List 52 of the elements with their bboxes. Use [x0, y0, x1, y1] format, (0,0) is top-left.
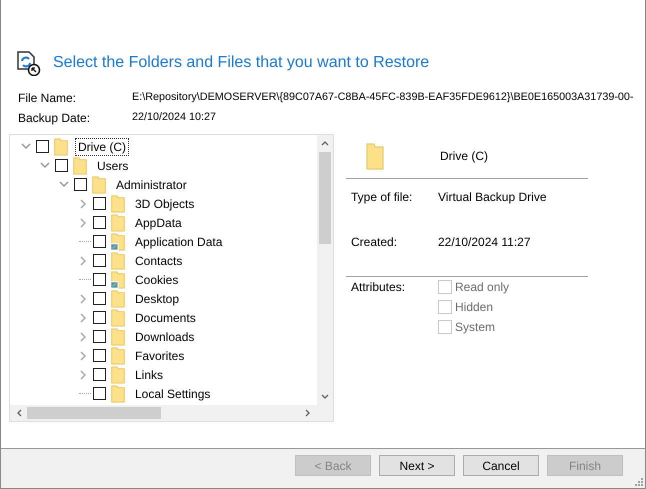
horizontal-scrollbar[interactable]	[10, 405, 317, 421]
checkbox-label: System	[455, 320, 496, 334]
tree-item[interactable]: Administrator	[113, 176, 190, 194]
tree-item[interactable]: Favorites	[132, 346, 188, 364]
checkbox[interactable]	[93, 292, 106, 305]
tree-item[interactable]: Drive (C)	[75, 138, 129, 156]
checkbox[interactable]	[93, 273, 106, 286]
detail-value: 22/10/2024 11:27	[438, 234, 532, 251]
checkbox[interactable]	[93, 349, 106, 362]
resize-grip-icon[interactable]	[633, 476, 643, 486]
tree-item[interactable]: Desktop	[132, 290, 182, 308]
checkbox[interactable]	[93, 311, 106, 324]
checkbox[interactable]	[55, 159, 68, 172]
checkbox[interactable]	[93, 216, 106, 229]
field-label: File Name:	[18, 91, 78, 105]
tree-item[interactable]: Cookies	[132, 270, 182, 288]
checkbox[interactable]	[93, 197, 106, 210]
chevron-down-icon[interactable]	[21, 143, 31, 150]
detail-label: Attributes:	[351, 280, 406, 296]
chevron-down-icon[interactable]	[40, 162, 50, 169]
chevron-down-icon[interactable]	[59, 181, 69, 188]
item-name: Drive (C)	[440, 149, 488, 163]
checkbox[interactable]	[36, 140, 49, 153]
field-value: 22/10/2024 10:27	[132, 111, 218, 125]
tree-item[interactable]: 3D Objects	[132, 194, 198, 212]
checkbox[interactable]	[74, 178, 87, 191]
checkbox[interactable]	[93, 235, 106, 248]
page-title: Select the Folders and Files that you want to Restore	[53, 54, 430, 72]
tree-item[interactable]: AppData	[132, 214, 185, 232]
checkbox-label: Read only	[455, 280, 510, 294]
checkbox[interactable]	[93, 368, 106, 381]
detail-label: Created:	[351, 234, 398, 251]
checkbox[interactable]	[93, 254, 106, 267]
vertical-scrollbar[interactable]	[317, 135, 333, 405]
detail-value: Virtual Backup Drive	[438, 189, 548, 206]
restore-document-icon	[15, 50, 41, 76]
checkbox[interactable]	[93, 330, 106, 343]
field-value: E:\Repository\DEMOSERVER\{89C07A67-C8BA-45FC-839B-EAF35FDE9612}\BE0E165003A31739-00-	[132, 91, 635, 105]
field-label: Backup Date:	[18, 111, 92, 125]
tree-item[interactable]: Contacts	[132, 252, 186, 270]
tree-item[interactable]: Documents	[132, 308, 199, 326]
tree-item[interactable]: Downloads	[132, 328, 198, 346]
tree-item[interactable]: Users	[94, 156, 132, 174]
tree-item[interactable]: Links	[132, 366, 166, 384]
wizard-button[interactable]: Cancel	[463, 455, 539, 476]
tree-item[interactable]: Application Data	[132, 232, 226, 250]
wizard-button[interactable]: Next >	[379, 455, 455, 476]
checkbox[interactable]	[93, 387, 106, 400]
checkbox-label: Hidden	[455, 300, 494, 314]
folder-icon	[366, 142, 384, 170]
tree-item[interactable]: Local Settings	[132, 384, 214, 402]
detail-label: Type of file:	[351, 189, 414, 206]
